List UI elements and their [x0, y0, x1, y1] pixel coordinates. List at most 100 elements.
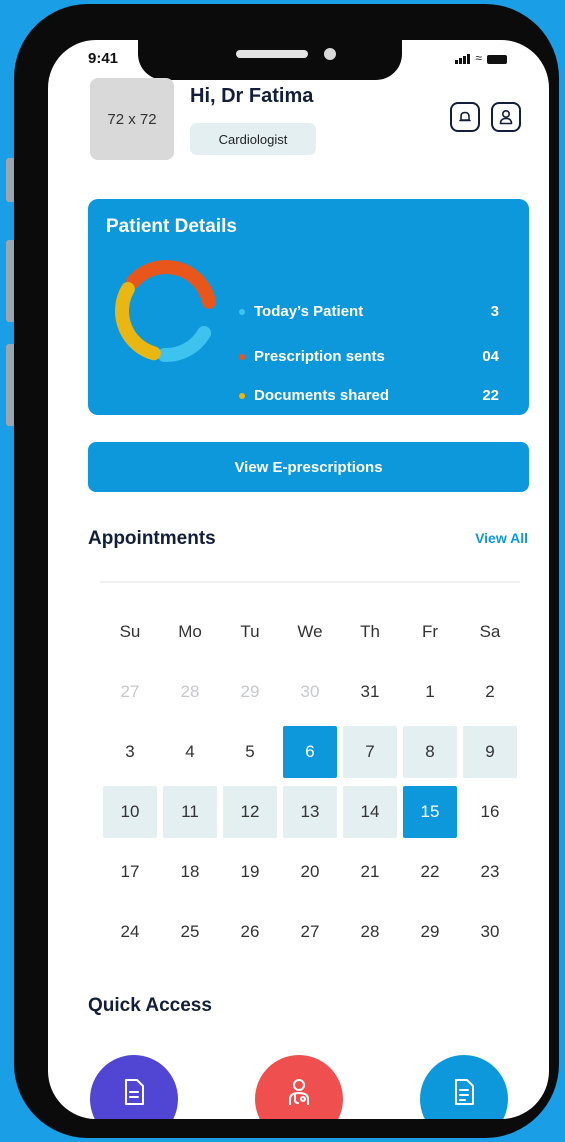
calendar-day-number: 21 [360, 862, 380, 881]
calendar-day-number: 2 [485, 682, 495, 701]
calendar-day[interactable]: 31 [340, 662, 400, 722]
calendar-day[interactable]: 23 [460, 842, 520, 902]
calendar-day[interactable]: 8 [400, 722, 460, 782]
calendar-day[interactable]: 30 [460, 902, 520, 962]
calendar-day-number: 24 [120, 922, 140, 941]
appointments-calendar: Su Mo Tu We Th Fr Sa 27 28 29 30 31 1 2 3 4 5 6 7 8 9… [100, 602, 520, 962]
weekday-label: Tu [240, 622, 260, 641]
calendar-day[interactable]: 24 [100, 902, 160, 962]
status-icons: ≈ [455, 52, 507, 64]
calendar-day-number: 19 [240, 862, 260, 881]
calendar-day-outside-month[interactable]: 29 [220, 662, 280, 722]
prescriptions-sent-label: Prescription sents [254, 348, 385, 365]
calendar-day-number: 3 [125, 742, 135, 761]
view-e-prescriptions-button[interactable]: View E-prescriptions [88, 442, 529, 492]
patient-details-title: Patient Details [106, 216, 237, 237]
calendar-day[interactable]: 1 [400, 662, 460, 722]
view-all-link[interactable]: View All [475, 530, 528, 546]
patient-stats-donut-chart [115, 260, 217, 362]
quick-access-documents-button[interactable] [90, 1055, 178, 1119]
calendar-day-number: 30 [480, 922, 500, 941]
calendar-day-number: 29 [420, 922, 440, 941]
front-camera [324, 48, 336, 60]
calendar-day-number: 27 [120, 682, 140, 701]
calendar-day-outside-month[interactable]: 28 [160, 662, 220, 722]
calendar-day-number: 18 [180, 862, 200, 881]
view-e-prescriptions-label: View E-prescriptions [234, 458, 383, 476]
specialty-badge: Cardiologist [190, 123, 316, 155]
weekday-label: Th [360, 622, 380, 641]
calendar-day-number: 22 [420, 862, 440, 881]
calendar-day[interactable]: 25 [160, 902, 220, 962]
profile-button[interactable] [491, 102, 521, 132]
calendar-day[interactable]: 2 [460, 662, 520, 722]
calendar-day[interactable]: 10 [100, 782, 160, 842]
calendar-week-row: 3 4 5 6789 [100, 722, 520, 782]
notifications-button[interactable] [450, 102, 480, 132]
calendar-day-number: 10 [103, 786, 157, 838]
calendar-day[interactable]: 16 [460, 782, 520, 842]
donut-segment-prescriptions-sent [126, 260, 217, 309]
calendar-day-number: 28 [180, 682, 200, 701]
calendar-day-number: 29 [240, 682, 260, 701]
calendar-day-outside-month[interactable]: 30 [280, 662, 340, 722]
calendar-day-number: 6 [283, 726, 337, 778]
calendar-day-number: 8 [403, 726, 457, 778]
calendar-day[interactable]: 22 [400, 842, 460, 902]
calendar-day[interactable]: 13 [280, 782, 340, 842]
calendar-day[interactable]: 3 [100, 722, 160, 782]
calendar-day[interactable]: 14 [340, 782, 400, 842]
calendar-day[interactable]: 18 [160, 842, 220, 902]
calendar-day[interactable]: 28 [340, 902, 400, 962]
camera-notch [138, 40, 402, 80]
calendar-day[interactable]: 20 [280, 842, 340, 902]
calendar-day[interactable]: 21 [340, 842, 400, 902]
calendar-week-row: 10 11 12 13 14 15 16 [100, 782, 520, 842]
calendar-day[interactable]: 5 [220, 722, 280, 782]
calendar-day[interactable]: 11 [160, 782, 220, 842]
doctor-icon [289, 1079, 309, 1105]
wifi-icon: ≈ [475, 51, 482, 65]
calendar-day[interactable]: 26 [220, 902, 280, 962]
calendar-day-selected[interactable]: 15 [400, 782, 460, 842]
calendar-day[interactable]: 19 [220, 842, 280, 902]
calendar-day-number: 1 [425, 682, 435, 701]
quick-access-doctor-button[interactable] [255, 1055, 343, 1119]
calendar-day[interactable]: 4 [160, 722, 220, 782]
phone-frame: 9:41 ≈ 72 x 72 Hi, Dr Fatima Cardiologis… [14, 4, 559, 1138]
legend-dot-documents-shared [239, 392, 245, 399]
calendar-day-number: 20 [300, 862, 320, 881]
weekday-label: We [297, 622, 323, 641]
calendar-day-number: 26 [240, 922, 260, 941]
calendar-day-number: 11 [163, 786, 217, 838]
app-screen: 9:41 ≈ 72 x 72 Hi, Dr Fatima Cardiologis… [48, 40, 549, 1119]
calendar-divider [100, 581, 520, 583]
weekday-label: Fr [421, 622, 439, 641]
patient-details-card: Patient Details Today’s Patient 3 Prescr… [88, 199, 529, 415]
calendar-day-selected[interactable]: 6 [280, 722, 340, 782]
calendar-day[interactable]: 9 [460, 722, 520, 782]
calendar-day-number: 31 [360, 682, 380, 701]
calendar-day-number: 27 [300, 922, 320, 941]
quick-access-records-button[interactable] [420, 1055, 508, 1119]
legend-row-documents-shared: Documents shared 22 [239, 387, 499, 404]
calendar-day-number: 4 [185, 742, 195, 761]
calendar-day[interactable]: 12 [220, 782, 280, 842]
appointments-title: Appointments [88, 528, 216, 549]
weekday-label: Su [119, 622, 141, 641]
calendar-week-row: 27 28 29 30 31 1 2 [100, 662, 520, 722]
legend-dot-prescriptions-sent [239, 353, 245, 360]
quick-access-title: Quick Access [88, 995, 212, 1016]
speaker-grille [236, 50, 308, 58]
calendar-day[interactable]: 27 [280, 902, 340, 962]
weekday-header-row: Su Mo Tu We Th Fr Sa [100, 602, 520, 662]
calendar-day[interactable]: 7 [340, 722, 400, 782]
avatar[interactable]: 72 x 72 [90, 78, 174, 160]
calendar-day-outside-month[interactable]: 27 [100, 662, 160, 722]
calendar-day-number: 9 [463, 726, 517, 778]
calendar-day[interactable]: 17 [100, 842, 160, 902]
weekday-label: Sa [479, 622, 501, 641]
user-icon [499, 109, 513, 125]
calendar-day[interactable]: 29 [400, 902, 460, 962]
calendar-day-number: 14 [343, 786, 397, 838]
